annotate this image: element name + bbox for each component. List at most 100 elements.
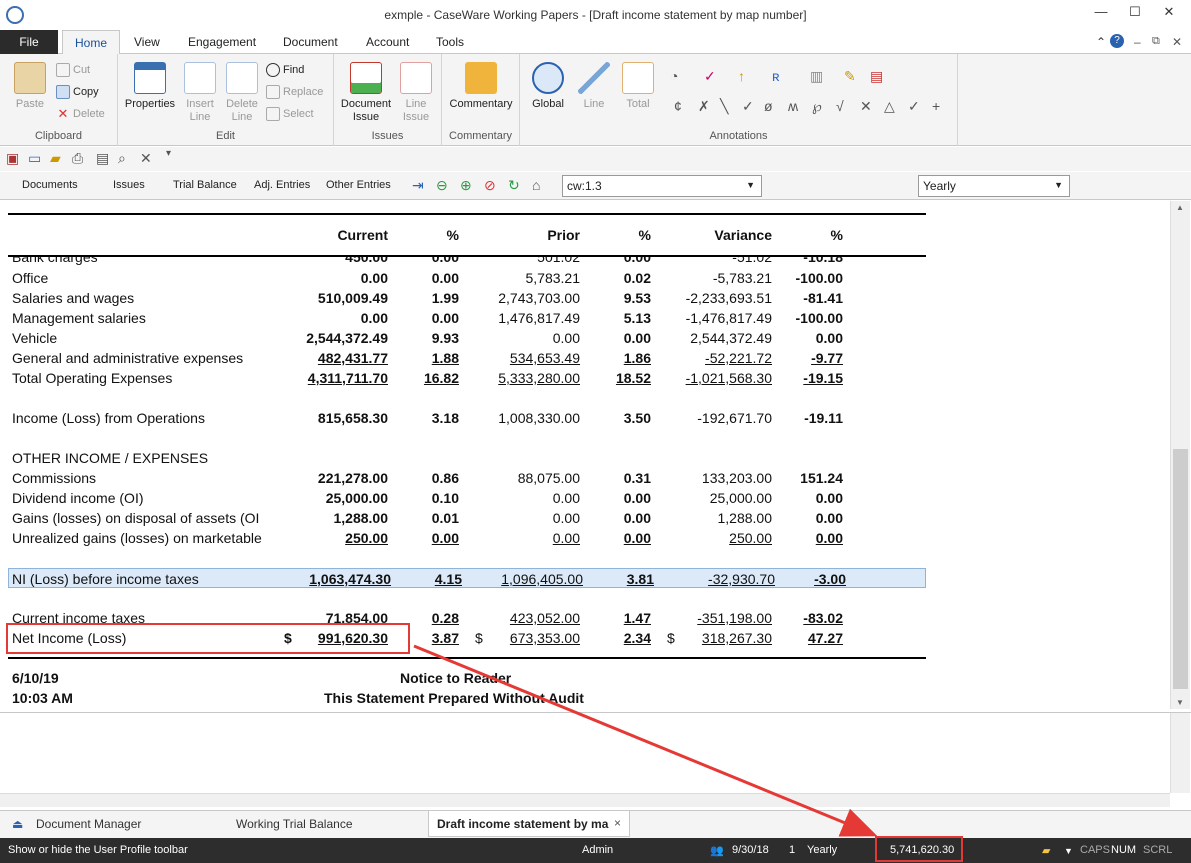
cut-button[interactable]: Cut xyxy=(56,63,90,77)
table-row[interactable]: General and administrative expenses 482,4… xyxy=(0,348,930,368)
delete-button[interactable]: ✕ Delete xyxy=(56,107,105,121)
chevron-down-icon[interactable]: ▼ xyxy=(1064,846,1073,856)
tick-check-icon[interactable]: ✓ xyxy=(742,98,754,115)
tick-empty-icon[interactable]: ø xyxy=(764,98,773,114)
tab-home[interactable]: Home xyxy=(62,30,120,55)
help-icon[interactable]: ? xyxy=(1110,34,1124,48)
tick-m-icon[interactable]: ʍ xyxy=(788,98,798,114)
line-annotation-button[interactable]: Line xyxy=(574,62,614,111)
users-icon[interactable]: 👥 xyxy=(710,844,724,857)
global-button[interactable]: Global xyxy=(526,62,570,111)
tick-v-icon[interactable]: √ xyxy=(836,98,844,114)
close-doc-icon[interactable]: ✕ xyxy=(140,150,152,167)
document-issue-button[interactable]: Document Issue xyxy=(338,62,394,124)
copy-button[interactable]: Copy xyxy=(56,85,99,99)
refmark-icon[interactable]: ʀ xyxy=(772,68,780,84)
find-button[interactable]: Find xyxy=(266,63,304,77)
tab-working-trial-balance[interactable]: Working Trial Balance xyxy=(236,817,353,831)
tick-back-icon[interactable]: ╲ xyxy=(720,98,728,115)
tab-draft-income-statement[interactable]: Draft income statement by ma × xyxy=(428,811,630,837)
tickmark-icon[interactable]: ◔ xyxy=(670,68,678,84)
nav-issues[interactable]: Issues xyxy=(113,179,145,191)
tab-engagement[interactable]: Engagement xyxy=(188,35,256,49)
tab-document[interactable]: Document xyxy=(283,35,338,49)
table-row[interactable]: Gains (losses) on disposal of assets (OI… xyxy=(0,508,930,528)
properties-button[interactable]: Properties xyxy=(122,62,178,111)
table-row[interactable]: Income (Loss) from Operations 815,658.30 3… xyxy=(0,408,930,428)
line-issue-button[interactable]: Line Issue xyxy=(396,62,436,124)
scroll-thumb[interactable] xyxy=(1173,449,1188,689)
customize-qat-icon[interactable]: ▾ xyxy=(166,148,171,159)
flag-icon[interactable]: ▤ xyxy=(870,68,883,85)
jump-icon[interactable]: ⇥ xyxy=(412,177,424,194)
file-menu[interactable]: File xyxy=(0,30,58,54)
tick-slash-icon[interactable]: ✗ xyxy=(698,98,710,115)
replace-button[interactable]: Replace xyxy=(266,85,323,99)
table-row[interactable]: Commissions 221,278.00 0.86 88,075.00 0.31 13… xyxy=(0,468,930,488)
stamp-icon[interactable]: ▥ xyxy=(810,68,823,85)
tab-document-manager[interactable]: Document Manager xyxy=(36,817,141,831)
print-icon[interactable]: ⎙ xyxy=(72,150,83,167)
print-setup-icon[interactable]: ▤ xyxy=(96,150,109,167)
collapse-ribbon-icon[interactable]: ⌃ xyxy=(1096,35,1106,49)
table-row[interactable]: Unrealized gains (losses) on marketable 2… xyxy=(0,528,930,548)
tabs-menu-icon[interactable]: ⏏ xyxy=(12,817,23,831)
selected-row[interactable]: NI (Loss) before income taxes 1,063,474.3… xyxy=(8,568,926,588)
close-tab-icon[interactable]: × xyxy=(614,816,621,830)
minimize-icon[interactable]: — xyxy=(1090,4,1112,24)
table-row[interactable]: Office 0.00 0.00 5,783.21 0.02 -5,783.21 -100.… xyxy=(0,268,930,288)
table-row[interactable]: Dividend income (OI) 25,000.00 0.10 0.00 0.0… xyxy=(0,488,930,508)
tick-small-icon[interactable]: ✓ xyxy=(908,98,920,115)
table-row[interactable]: Bank charges 450.00 0.00 501.02 0.00 -51.02 -1… xyxy=(0,257,930,267)
tick-p-icon[interactable]: ℘ xyxy=(812,98,822,115)
vertical-scrollbar[interactable]: ▲ ▼ xyxy=(1170,201,1190,709)
highlight-icon[interactable]: ✎ xyxy=(844,68,856,85)
nav-documents[interactable]: Documents xyxy=(22,179,78,191)
horizontal-scrollbar[interactable] xyxy=(0,793,1170,807)
tab-tools[interactable]: Tools xyxy=(436,35,464,49)
paste-icon xyxy=(14,62,46,94)
maximize-icon[interactable]: ☐ xyxy=(1124,4,1146,24)
table-row[interactable]: Total Operating Expenses 4,311,711.70 16.8… xyxy=(0,368,930,388)
insert-line-button[interactable]: Insert Line xyxy=(180,62,220,124)
table-row[interactable]: Management salaries 0.00 0.00 1,476,817.49 5… xyxy=(0,308,930,328)
select-button[interactable]: Select xyxy=(266,107,314,121)
open-folder-icon[interactable]: ▰ xyxy=(50,150,61,167)
status-period[interactable]: Yearly xyxy=(807,844,837,856)
preview-icon[interactable]: ⌕ xyxy=(118,150,126,167)
period-dropdown[interactable]: Yearly ▼ xyxy=(918,175,1070,197)
nav-other-entries[interactable]: Other Entries xyxy=(326,179,391,191)
stop-icon[interactable]: ⊘ xyxy=(484,177,496,194)
lower-pane[interactable] xyxy=(0,712,1191,808)
tick-triangle-icon[interactable]: △ xyxy=(884,98,895,115)
delete-line-button[interactable]: Delete Line xyxy=(222,62,262,124)
commentary-button[interactable]: Commentary xyxy=(448,62,514,111)
table-row[interactable]: Salaries and wages 510,009.49 1.99 2,743,70… xyxy=(0,288,930,308)
tick-x-icon[interactable]: ✕ xyxy=(860,98,872,115)
paste-button[interactable]: Paste xyxy=(10,62,50,111)
home-icon[interactable]: ⌂ xyxy=(532,177,540,193)
status-date[interactable]: 9/30/18 xyxy=(732,844,769,856)
table-row[interactable]: Vehicle 2,544,372.49 9.93 0.00 0.00 2,544,372… xyxy=(0,328,930,348)
nav-trial-balance[interactable]: Trial Balance xyxy=(173,179,237,191)
monitor-icon[interactable]: ▭ xyxy=(28,150,41,167)
tab-account[interactable]: Account xyxy=(366,35,409,49)
total-annotation-button[interactable]: Total xyxy=(618,62,658,111)
lower-vertical-scrollbar[interactable] xyxy=(1170,713,1190,793)
tab-view[interactable]: View xyxy=(134,35,160,49)
back-icon[interactable]: ⊖ xyxy=(436,177,448,194)
ref-icon[interactable]: ↑ xyxy=(738,68,745,84)
ribbon-close-icon[interactable]: ✕ xyxy=(1172,35,1182,49)
location-dropdown[interactable]: cw:1.3 ▼ xyxy=(562,175,762,197)
ribbon-restore-icon[interactable]: ⧉ xyxy=(1152,35,1160,48)
checkmark-icon[interactable]: ✓ xyxy=(704,68,716,85)
engagement-icon[interactable]: ▣ xyxy=(6,150,19,167)
ribbon-min-icon[interactable]: – xyxy=(1134,35,1141,49)
close-icon[interactable]: ✕ xyxy=(1158,4,1180,24)
forward-icon[interactable]: ⊕ xyxy=(460,177,472,194)
nav-adj-entries[interactable]: Adj. Entries xyxy=(254,179,310,191)
folder-icon[interactable]: ▰ xyxy=(1042,844,1050,857)
tick-cent-icon[interactable]: ¢ xyxy=(674,98,682,114)
refresh-icon[interactable]: ↻ xyxy=(508,177,520,194)
tick-plus-icon[interactable]: + xyxy=(932,98,940,114)
